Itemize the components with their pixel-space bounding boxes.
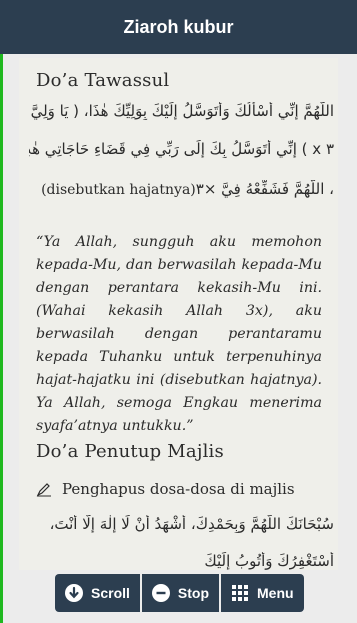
title-bar: Ziaroh kubur [0, 0, 357, 54]
stop-button[interactable]: Stop [141, 574, 220, 612]
arabic-text-line: أَسْتَغْفِرُكَ وَأَتُوبُ إِلَيْكَ [204, 552, 334, 570]
arabic-text: ، اللَّهُمَّ فَشَفِّعْهُ فِيَّ ×٣ [195, 180, 334, 198]
menu-button-label: Menu [257, 585, 294, 601]
arrow-down-circle-icon [65, 584, 83, 602]
translation-paragraph: “Ya Allah, sungguh aku memohon kepada-Mu… [36, 234, 322, 434]
bullet-item: Penghapus dosa-dosa di majlis [36, 480, 295, 498]
document-page[interactable]: Do’a Tawassul اللَّهُمَّ إِنِّي أَسْأَلُ… [19, 58, 338, 570]
pen-icon [36, 483, 51, 497]
arabic-latin-note: (disebutkan hajatnya) [41, 182, 196, 198]
grid-icon [232, 585, 249, 601]
bullet-text: Penghapus dosa-dosa di majlis [62, 480, 295, 498]
section-heading-tawassul: Do’a Tawassul [36, 70, 170, 91]
stop-button-label: Stop [177, 585, 210, 601]
arabic-text-line: (disebutkan hajatnya)، اللَّهُمَّ فَشَفِ… [29, 180, 334, 198]
minus-circle-icon [151, 584, 170, 602]
scroll-button[interactable]: Scroll [55, 574, 140, 612]
arabic-text-line: اللَّهُمَّ إِنِّي أَسْأَلُكَ وَأَتَوَسَّ… [29, 102, 334, 120]
arabic-text-line: سُبْحَانَكَ اللَّهُمَّ وَبِحَمْدِكَ، أَش… [49, 515, 334, 533]
menu-button[interactable]: Menu [221, 574, 304, 612]
arabic-text-line: ٣ x ) إِنِّي أَتَوَسَّلُ بِكَ إِلَى رَبِ… [29, 140, 334, 158]
section-heading-penutup-majlis: Do’a Penutup Majlis [36, 441, 224, 462]
app-title: Ziaroh kubur [123, 16, 234, 37]
scroll-button-label: Scroll [91, 585, 130, 601]
bottom-toolbar: Scroll Stop Menu [55, 574, 304, 612]
